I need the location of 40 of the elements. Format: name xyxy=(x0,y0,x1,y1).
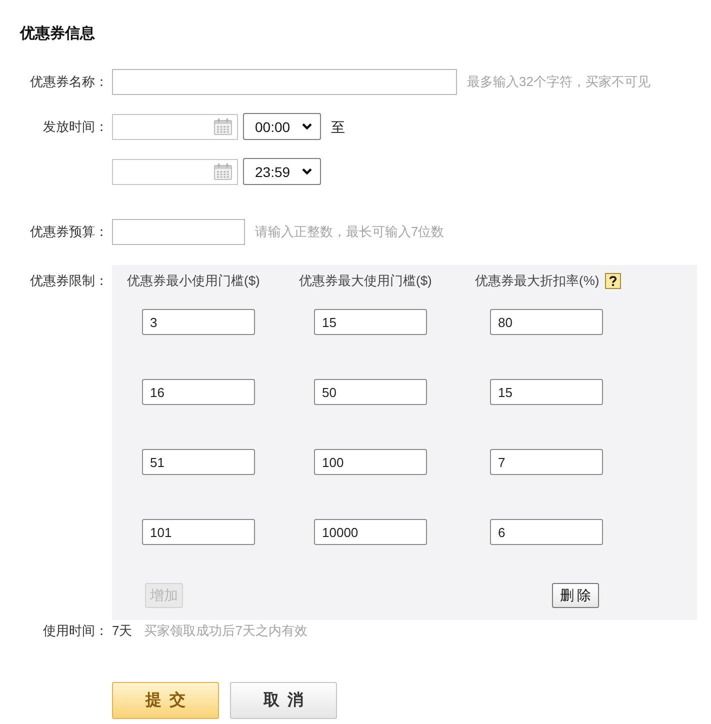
calendar-icon[interactable] xyxy=(214,118,232,135)
field-label: 发放时间： xyxy=(42,118,108,134)
range-separator: 至 xyxy=(331,118,345,134)
field-label: 优惠券限制： xyxy=(29,272,108,289)
amount-field[interactable]: 100 xyxy=(314,449,427,475)
amount-field[interactable]: 10000 xyxy=(314,519,427,545)
section-title: 优惠券信息 xyxy=(20,24,95,44)
date-field[interactable] xyxy=(112,114,238,140)
usage-duration: 7天 xyxy=(112,623,132,639)
amount-field[interactable]: 3 xyxy=(142,309,255,335)
amount-field[interactable]: 50 xyxy=(314,379,427,405)
amount-field[interactable]: 16 xyxy=(142,379,255,405)
column-header: 优惠券最大折扣率(%) xyxy=(475,273,600,289)
cancel-button[interactable]: 取消 xyxy=(230,682,337,719)
amount-field[interactable]: 80 xyxy=(490,309,603,335)
field-hint: 请输入正整数，最长可输入7位数 xyxy=(255,224,444,240)
amount-field[interactable]: 51 xyxy=(142,449,255,475)
amount-field[interactable]: 6 xyxy=(490,519,603,545)
chevron-down-icon xyxy=(302,168,312,175)
time-select[interactable]: 00:00 xyxy=(243,113,321,140)
date-field[interactable] xyxy=(112,158,238,184)
time-select[interactable]: 23:59 xyxy=(243,158,321,185)
field-label: 优惠券名称： xyxy=(29,74,108,90)
field-hint: 买家领取成功后7天之内有效 xyxy=(144,623,308,639)
submit-button[interactable]: 提交 xyxy=(112,682,219,719)
column-header: 优惠券最大使用门槛($) xyxy=(299,273,432,289)
amount-field[interactable]: 15 xyxy=(490,379,603,405)
field-hint: 最多输入32个字符，买家不可见 xyxy=(467,74,650,90)
amount-field[interactable]: 101 xyxy=(142,519,255,545)
amount-field[interactable]: 15 xyxy=(314,309,427,335)
delete-button[interactable]: 删除 xyxy=(552,583,599,608)
budget-field[interactable] xyxy=(112,219,245,245)
field-label: 使用时间： xyxy=(42,623,108,639)
column-header: 优惠券最小使用门槛($) xyxy=(127,273,260,289)
chevron-down-icon xyxy=(302,123,312,130)
amount-field[interactable]: 7 xyxy=(490,449,603,475)
help-icon[interactable] xyxy=(605,273,622,289)
field-label: 优惠券预算： xyxy=(29,224,108,240)
coupon-name-field[interactable] xyxy=(112,69,457,95)
calendar-icon[interactable] xyxy=(214,163,232,180)
